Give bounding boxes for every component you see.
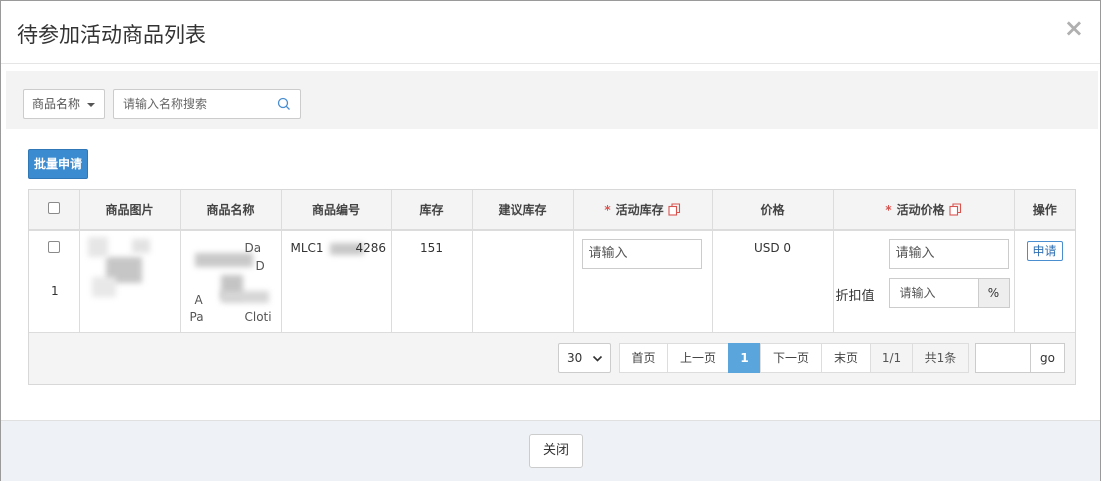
search-box (113, 89, 301, 119)
header-activity-price-label: 活动价格 (896, 203, 945, 217)
copy-icon[interactable] (949, 203, 962, 216)
caret-down-icon (87, 103, 95, 107)
cell-image (79, 230, 181, 333)
activity-price-input[interactable]: 请输入 (888, 239, 1009, 269)
table-header-row: 商品图片 商品名称 商品编号 库存 建议库存 * 活动库存 价格 * 活动价格 操作 (29, 190, 1075, 231)
product-code-prefix: MLC1 (290, 241, 324, 255)
discount-label: 折扣值 (835, 289, 875, 304)
cell-suggested-stock (472, 230, 574, 333)
percent-addon: % (977, 278, 1010, 308)
go-button[interactable]: go (1030, 343, 1065, 373)
header-activity-stock: * 活动库存 (573, 190, 713, 231)
required-mark: * (885, 203, 892, 217)
select-all-checkbox[interactable] (47, 202, 60, 214)
cell-name: Da D A Pa Cloti (180, 230, 282, 333)
cell-price: USD 0 (712, 230, 834, 333)
cell-activity-stock: 请输入 (573, 230, 713, 333)
last-page-button[interactable]: 末页 (821, 343, 871, 373)
product-name-line4-end: Cloti (244, 310, 272, 324)
search-field-select[interactable]: 商品名称 (23, 89, 105, 119)
chevron-down-icon (592, 355, 603, 362)
header-stock: 库存 (391, 190, 473, 231)
cell-stock: 151 (391, 230, 473, 333)
table-row: 1 Da D A Pa Cloti MLC1 4286 151 请输入 USD … (29, 230, 1075, 333)
row-index: 1 (51, 284, 59, 298)
product-table: 商品图片 商品名称 商品编号 库存 建议库存 * 活动库存 价格 * 活动价格 操作 (29, 190, 1075, 333)
cell-action: 申请 (1014, 230, 1075, 333)
product-list-modal: 待参加活动商品列表 × 商品名称 批量申请 商品图片 商品名称 (0, 0, 1101, 481)
modal-footer: 关闭 (1, 420, 1100, 481)
batch-apply-button[interactable]: 批量申请 (28, 149, 88, 179)
current-page-button[interactable]: 1 (728, 343, 761, 373)
row-checkbox[interactable] (48, 241, 60, 253)
cell-select: 1 (29, 230, 80, 333)
product-name-line2: D (255, 259, 265, 273)
search-input[interactable] (114, 90, 274, 118)
activity-stock-input[interactable]: 请输入 (581, 239, 702, 269)
copy-icon[interactable] (668, 203, 681, 216)
product-name-line3: A (194, 293, 203, 307)
apply-button[interactable]: 申请 (1026, 241, 1063, 261)
product-code-suffix: 4286 (355, 241, 387, 255)
product-thumbnail (86, 237, 166, 299)
page-info: 1/1 (870, 343, 913, 373)
prev-page-button[interactable]: 上一页 (667, 343, 729, 373)
required-mark: * (604, 203, 611, 217)
header-select-all (29, 190, 80, 231)
next-page-button[interactable]: 下一页 (760, 343, 822, 373)
product-name-line4: Pa (189, 310, 204, 324)
header-action: 操作 (1014, 190, 1075, 231)
total-count: 共1条 (912, 343, 969, 373)
search-icon[interactable] (277, 97, 291, 111)
modal-header: 待参加活动商品列表 × (1, 1, 1100, 64)
close-icon[interactable]: × (1064, 16, 1084, 40)
header-activity-price: * 活动价格 (833, 190, 1015, 231)
modal-title: 待参加活动商品列表 (17, 23, 206, 47)
page-size-value: 30 (567, 351, 583, 365)
header-price: 价格 (712, 190, 834, 231)
page-size-select[interactable]: 30 (558, 343, 611, 373)
header-name: 商品名称 (180, 190, 282, 231)
search-field-label: 商品名称 (32, 97, 81, 111)
header-suggested-stock: 建议库存 (472, 190, 574, 231)
header-activity-stock-label: 活动库存 (615, 203, 664, 217)
cell-activity-price: 请输入 折扣值 请输入 % (833, 230, 1015, 333)
header-image: 商品图片 (79, 190, 181, 231)
cell-code: MLC1 4286 (281, 230, 392, 333)
close-button[interactable]: 关闭 (529, 434, 583, 468)
discount-input[interactable]: 请输入 (888, 278, 979, 308)
first-page-button[interactable]: 首页 (619, 343, 668, 373)
goto-page-input[interactable] (975, 343, 1031, 373)
filter-bar: 商品名称 (6, 71, 1098, 129)
header-code: 商品编号 (281, 190, 392, 231)
product-name-line1: Da (244, 241, 262, 255)
